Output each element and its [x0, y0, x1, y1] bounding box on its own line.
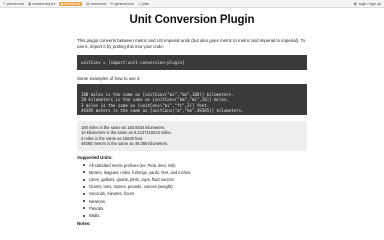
login-signup-label: login / sign up [358, 1, 381, 6]
bullet-icon [83, 171, 85, 174]
example-output-block: 100 miles is the same as 160.9344 kilome… [77, 121, 307, 151]
list-item: Liters, gallons, quarts, pints, cups, fl… [83, 176, 307, 183]
nav-item-label: pencil.new [7, 1, 24, 6]
example-output-line: 49385 meters is the same as 49.385 kilom… [81, 141, 169, 147]
page-title: Unit Conversion Plugin [129, 14, 255, 26]
nav-item-label: resources [90, 1, 107, 6]
list-item: Seconds, minutes, hours. [83, 190, 307, 197]
list-icon: ☰ [110, 1, 114, 6]
import-code-line: unitConv = [import:unit-conversion-plugi… [81, 60, 185, 65]
unit-text: Meters, leagues, miles, furlongs, yards,… [89, 169, 192, 175]
bullet-icon [83, 185, 85, 188]
list-item: Meters, leagues, miles, furlongs, yards,… [83, 169, 307, 176]
unit-text: Watts. [89, 213, 101, 219]
clock-icon: ◷ [138, 1, 142, 6]
unit-text: All standard metric prefixes (ex: Peta, … [89, 162, 176, 168]
list-item: Grams, tons, stones, pounds, ounces (wei… [83, 183, 307, 190]
pencil-icon: ✎ [3, 1, 7, 6]
list-item: Newtons. [83, 198, 307, 205]
nav-item-0[interactable]: ✎ pencil.new [3, 2, 24, 6]
list-item: Pascals. [83, 205, 307, 212]
nav-menu: ✎ pencil.new ▣ content.dry.txt ◆ tutorial.txt… [3, 1, 353, 6]
bullet-icon [83, 207, 85, 210]
nav-item-label: general.icon [114, 1, 135, 6]
lock-icon: ◉ [353, 2, 357, 6]
list-item: Watts. [83, 212, 307, 219]
nav-item-label: plan [142, 1, 150, 6]
nav-item-1[interactable]: ▣ content.dry.txt [28, 2, 55, 6]
nav-item-label: content.dry.txt [32, 1, 55, 6]
bullet-icon [83, 164, 85, 167]
import-code-block: unitConv = [import:unit-conversion-plugi… [77, 55, 307, 70]
unit-text: Grams, tons, stones, pounds, ounces (wei… [89, 184, 174, 190]
nav-item-label: tutorial.txt [64, 1, 81, 6]
nav-item-5[interactable]: ◷ plan [138, 2, 149, 6]
list-item: All standard metric prefixes (ex: Peta, … [83, 162, 307, 169]
bullet-icon [83, 200, 85, 203]
supported-units-list: All standard metric prefixes (ex: Peta, … [77, 162, 307, 220]
unit-text: Liters, gallons, quarts, pints, cups, fl… [89, 177, 174, 183]
login-signup-link[interactable]: ◉ login / sign up [353, 1, 381, 7]
notes-heading: Notes: [77, 221, 91, 227]
intro-paragraph: This plugin converts between metric and … [77, 38, 306, 49]
bullet-icon [83, 214, 85, 217]
nav-item-3[interactable]: ▤ resources [86, 2, 106, 6]
examples-label: Some examples of how to use it: [77, 76, 141, 81]
supported-units-heading: Supported Units: [77, 154, 113, 160]
unit-text: Newtons. [89, 198, 107, 204]
top-navigation-bar: ✎ pencil.new ▣ content.dry.txt ◆ tutorial.txt… [0, 0, 384, 8]
unit-text: Pascals. [89, 205, 105, 211]
unit-text: Seconds, minutes, hours. [89, 191, 136, 197]
nav-item-2[interactable]: ◆ tutorial.txt [58, 1, 83, 6]
bullet-icon [83, 193, 85, 196]
file-icon: ▤ [86, 1, 90, 6]
main-content: Unit Conversion Plugin This plugin conve… [77, 14, 307, 228]
example-code-line: 49385 meters is the same as [unitConv("m… [81, 108, 244, 114]
nav-item-4[interactable]: ☰ general.icon [110, 2, 134, 6]
folder-icon: ▣ [28, 1, 32, 6]
tag-icon: ◆ [60, 1, 64, 6]
example-code-block: 100 miles is the same as [unitConv("mi",… [77, 84, 307, 115]
bullet-icon [83, 178, 85, 181]
